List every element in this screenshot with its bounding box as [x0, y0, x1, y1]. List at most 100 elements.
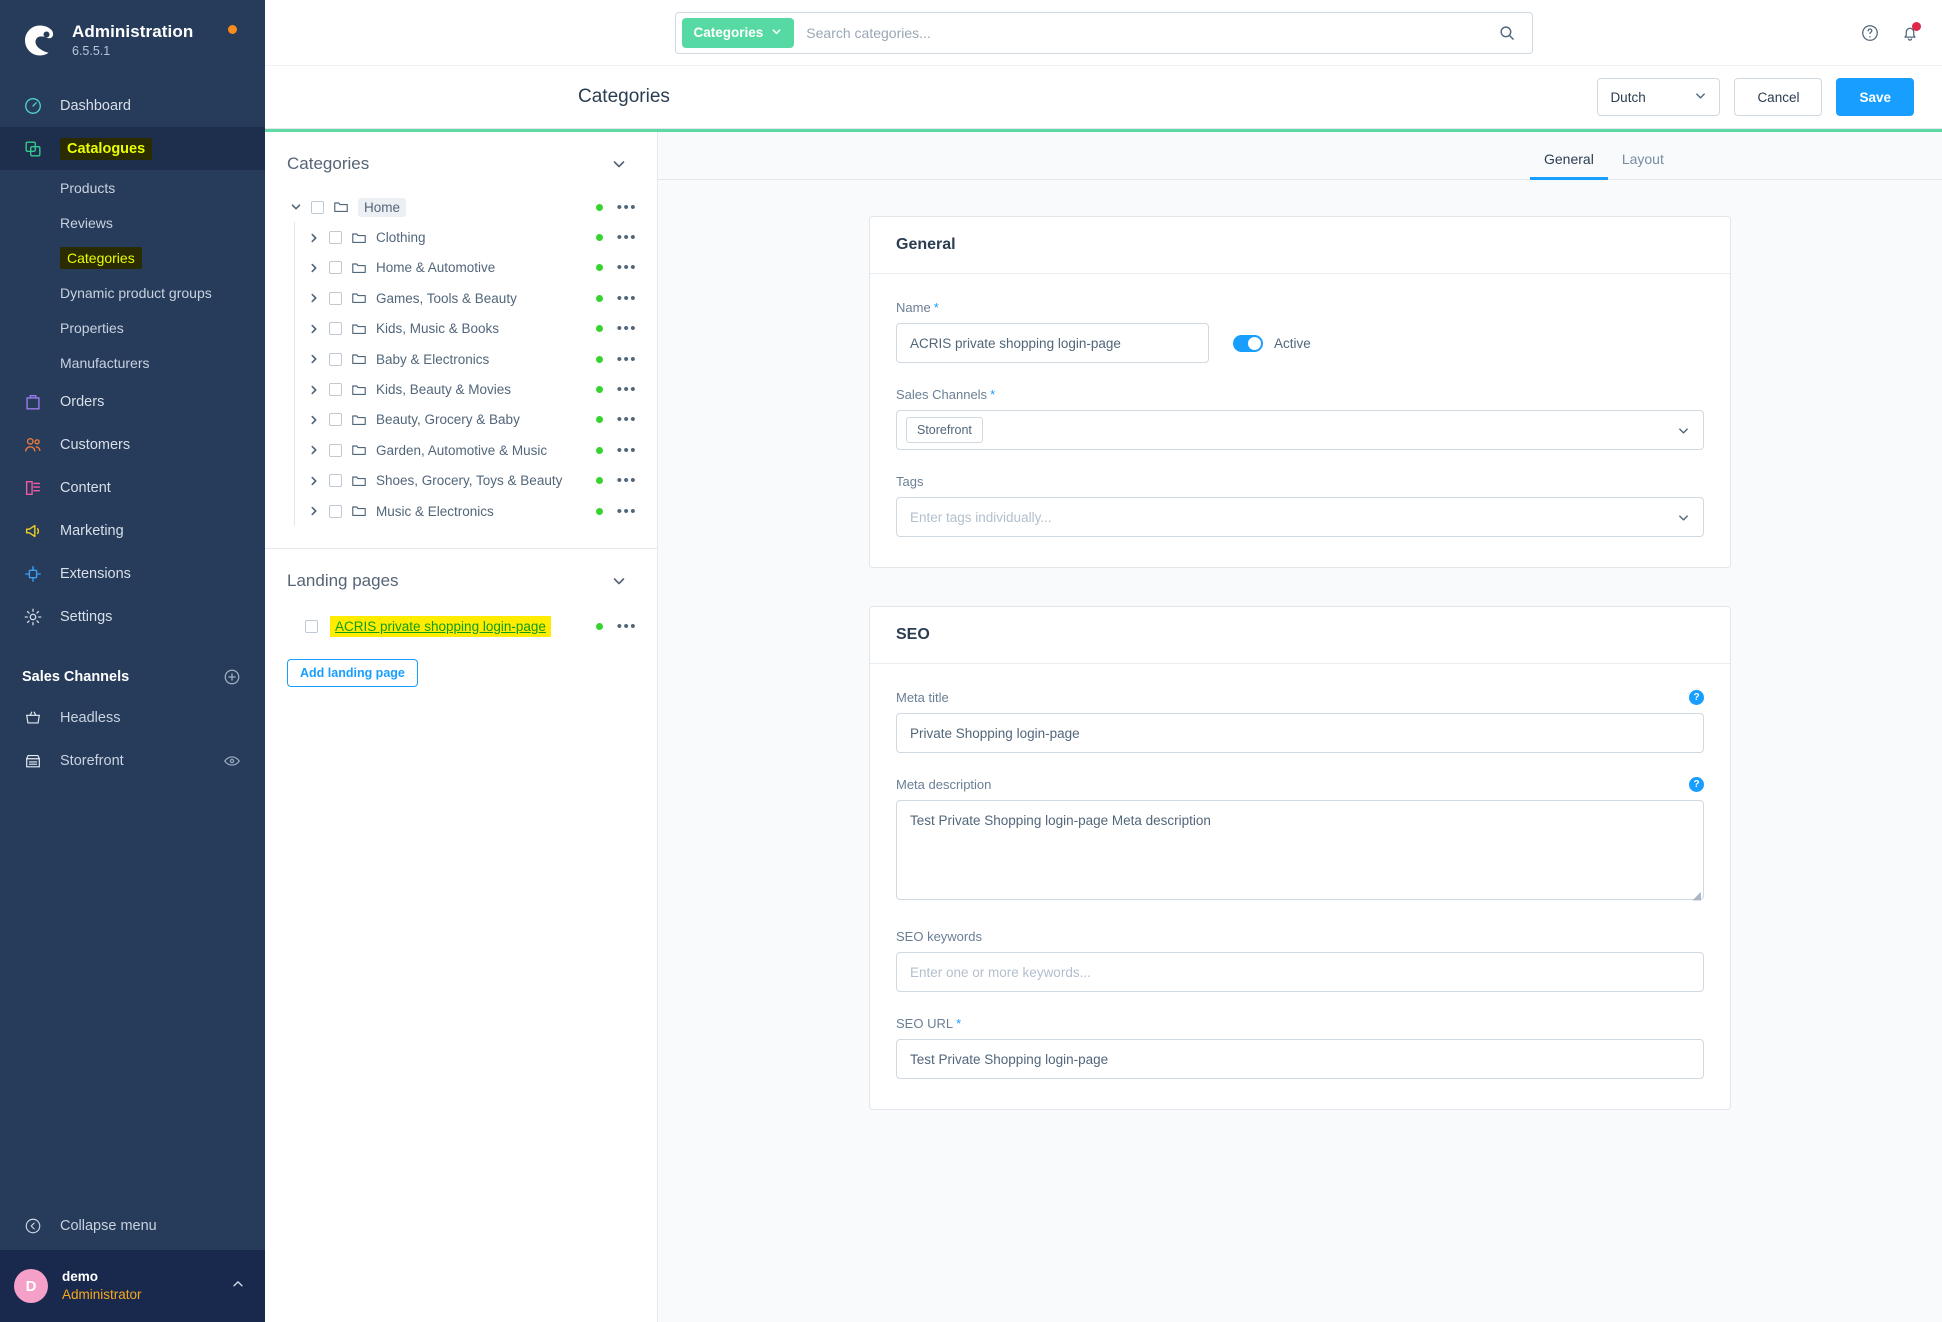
search-input[interactable]: [794, 24, 1488, 41]
sales-channel-headless[interactable]: Headless: [0, 696, 265, 739]
tags-select[interactable]: Enter tags individually...: [896, 497, 1704, 537]
tree-row[interactable]: Home & Automotive •••: [265, 253, 657, 283]
bell-icon[interactable]: [1900, 21, 1921, 43]
categories-section-header: Categories: [265, 132, 657, 192]
tree-row-checkbox[interactable]: [329, 443, 342, 457]
sidebar: Administration 6.5.5.1 Dashboard Catalog…: [0, 0, 265, 1322]
language-select[interactable]: Dutch: [1597, 78, 1721, 116]
tree-row[interactable]: Kids, Music & Books •••: [265, 314, 657, 344]
context-menu-icon[interactable]: •••: [617, 200, 637, 215]
context-menu-icon[interactable]: •••: [617, 291, 637, 306]
folder-icon: [351, 503, 368, 519]
add-landing-page-button[interactable]: Add landing page: [287, 659, 418, 688]
save-button[interactable]: Save: [1836, 78, 1914, 116]
landing-page-checkbox[interactable]: [305, 619, 318, 633]
tab-general[interactable]: General: [1530, 151, 1608, 180]
chevron-up-icon[interactable]: [231, 1277, 245, 1296]
sidebar-subitem-dynamic-product-groups[interactable]: Dynamic product groups: [0, 275, 265, 310]
sidebar-item-customers[interactable]: Customers: [0, 423, 265, 466]
context-menu-icon[interactable]: •••: [617, 473, 637, 488]
sidebar-brand[interactable]: Administration 6.5.5.1: [0, 0, 265, 76]
seo-url-label: SEO URL *: [896, 1016, 1704, 1031]
chevron-down-icon[interactable]: [611, 573, 627, 589]
chevron-down-icon[interactable]: [611, 156, 627, 172]
sidebar-subitem-manufacturers[interactable]: Manufacturers: [0, 345, 265, 380]
context-menu-icon[interactable]: •••: [617, 352, 637, 367]
tree-row[interactable]: Music & Electronics •••: [265, 496, 657, 526]
active-toggle-group[interactable]: Active: [1233, 334, 1311, 352]
landing-page-link[interactable]: ACRIS private shopping login-page: [330, 615, 551, 637]
list-item[interactable]: ACRIS private shopping login-page •••: [265, 609, 657, 643]
context-menu-icon[interactable]: •••: [617, 230, 637, 245]
tree-row[interactable]: Clothing •••: [265, 222, 657, 252]
sidebar-subitem-products[interactable]: Products: [0, 170, 265, 205]
context-menu-icon[interactable]: •••: [617, 321, 637, 336]
tree-row[interactable]: Kids, Beauty & Movies •••: [265, 374, 657, 404]
tree-row[interactable]: Baby & Electronics •••: [265, 344, 657, 374]
tree-row-checkbox[interactable]: [311, 200, 324, 214]
tree-row-checkbox[interactable]: [329, 504, 342, 518]
chevron-right-icon[interactable]: [305, 323, 323, 335]
tree-row[interactable]: Shoes, Grocery, Toys & Beauty •••: [265, 466, 657, 496]
tree-row[interactable]: Beauty, Grocery & Baby •••: [265, 405, 657, 435]
chevron-right-icon[interactable]: [305, 384, 323, 396]
sidebar-subitem-properties[interactable]: Properties: [0, 310, 265, 345]
help-icon[interactable]: ?: [1689, 690, 1704, 705]
active-toggle[interactable]: [1233, 334, 1263, 352]
search-icon[interactable]: [1488, 24, 1526, 42]
tree-row-checkbox[interactable]: [329, 474, 342, 488]
sales-channel-storefront[interactable]: Storefront: [0, 739, 265, 782]
plus-circle-icon[interactable]: [223, 668, 241, 686]
eye-icon[interactable]: [223, 752, 241, 770]
chevron-right-icon[interactable]: [305, 444, 323, 456]
meta-title-input[interactable]: [896, 713, 1704, 753]
context-menu-icon[interactable]: •••: [617, 504, 637, 519]
tree-row-checkbox[interactable]: [329, 291, 342, 305]
chevron-right-icon[interactable]: [305, 353, 323, 365]
search-scope-selector[interactable]: Categories: [681, 17, 795, 48]
chevron-right-icon[interactable]: [305, 475, 323, 487]
seo-url-input[interactable]: [896, 1039, 1704, 1079]
tree-row-checkbox[interactable]: [329, 322, 342, 336]
name-input[interactable]: [896, 323, 1209, 363]
help-icon[interactable]: ?: [1689, 777, 1704, 792]
chevron-right-icon[interactable]: [305, 505, 323, 517]
sales-channel-chip[interactable]: Storefront: [906, 417, 983, 443]
tree-row-checkbox[interactable]: [329, 383, 342, 397]
tree-row-checkbox[interactable]: [329, 352, 342, 366]
help-circle-icon[interactable]: [1860, 23, 1880, 43]
context-menu-icon[interactable]: •••: [617, 382, 637, 397]
sidebar-subitem-categories[interactable]: Categories: [0, 240, 265, 275]
sales-channels-select[interactable]: Storefront: [896, 410, 1704, 450]
sidebar-subitem-reviews[interactable]: Reviews: [0, 205, 265, 240]
sidebar-item-marketing[interactable]: Marketing: [0, 509, 265, 552]
context-menu-icon[interactable]: •••: [617, 260, 637, 275]
tree-row-checkbox[interactable]: [329, 413, 342, 427]
sidebar-item-orders[interactable]: Orders: [0, 380, 265, 423]
chevron-right-icon[interactable]: [305, 262, 323, 274]
context-menu-icon[interactable]: •••: [617, 619, 637, 634]
tab-layout[interactable]: Layout: [1608, 151, 1678, 179]
collapse-menu-button[interactable]: Collapse menu: [0, 1202, 265, 1250]
sidebar-item-settings[interactable]: Settings: [0, 595, 265, 638]
sidebar-item-catalogues[interactable]: Catalogues: [0, 127, 265, 170]
sidebar-item-dashboard[interactable]: Dashboard: [0, 84, 265, 127]
tree-row[interactable]: Home •••: [265, 192, 657, 222]
chevron-down-icon[interactable]: [287, 201, 305, 213]
tree-row-checkbox[interactable]: [329, 261, 342, 275]
context-menu-icon[interactable]: •••: [617, 412, 637, 427]
context-menu-icon[interactable]: •••: [617, 443, 637, 458]
seo-card-title: SEO: [896, 626, 930, 643]
cancel-button[interactable]: Cancel: [1734, 78, 1823, 116]
meta-description-textarea[interactable]: [896, 800, 1704, 900]
seo-keywords-input[interactable]: [896, 952, 1704, 992]
user-profile[interactable]: D demo Administrator: [0, 1250, 265, 1322]
tree-row[interactable]: Garden, Automotive & Music •••: [265, 435, 657, 465]
tree-row[interactable]: Games, Tools & Beauty •••: [265, 283, 657, 313]
sidebar-item-content[interactable]: Content: [0, 466, 265, 509]
chevron-right-icon[interactable]: [305, 292, 323, 304]
tree-row-checkbox[interactable]: [329, 231, 342, 245]
sidebar-item-extensions[interactable]: Extensions: [0, 552, 265, 595]
chevron-right-icon[interactable]: [305, 414, 323, 426]
chevron-right-icon[interactable]: [305, 232, 323, 244]
